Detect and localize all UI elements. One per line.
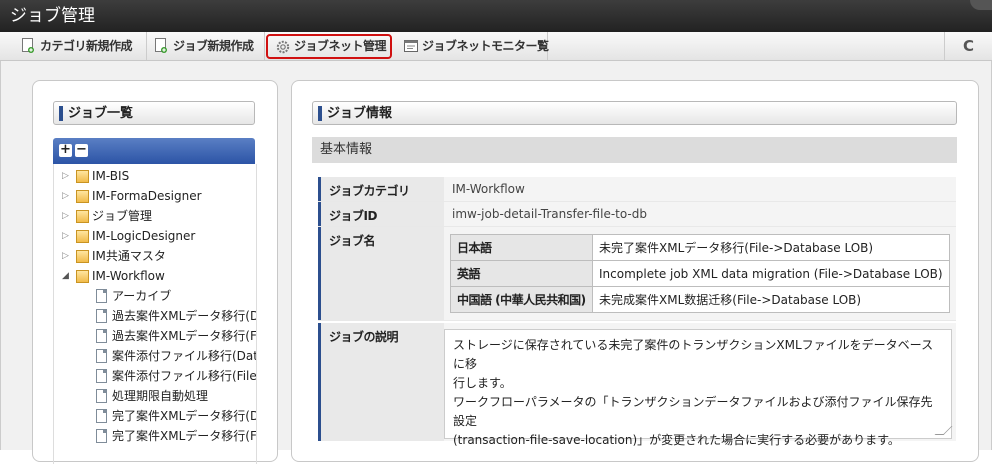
tree-node[interactable]: ▷ ジョブ管理 bbox=[62, 206, 252, 226]
collapsed-arrow-icon[interactable]: ▷ bbox=[62, 166, 72, 186]
document-icon bbox=[96, 309, 107, 323]
folder-icon bbox=[76, 210, 89, 223]
job-category-value: IM-Workflow bbox=[444, 177, 956, 201]
jobnet-management-button[interactable]: ジョブネット管理 bbox=[266, 34, 392, 59]
document-add-icon bbox=[155, 38, 167, 53]
job-id-row: ジョブID imw-job-detail-Transfer-file-to-db bbox=[318, 202, 956, 227]
collapsed-arrow-icon[interactable]: ▷ bbox=[62, 206, 72, 226]
folder-open-icon bbox=[76, 270, 89, 283]
tree-node[interactable]: 過去案件XMLデータ移行(D bbox=[96, 306, 256, 326]
expanded-arrow-icon[interactable]: ◢ bbox=[62, 266, 72, 286]
job-id-label: ジョブID bbox=[318, 202, 444, 226]
new-category-button[interactable]: カテゴリ新規作成 bbox=[14, 32, 147, 60]
new-category-label: カテゴリ新規作成 bbox=[40, 39, 133, 53]
table-row: 英語 Incomplete job XML data migration (Fi… bbox=[450, 260, 950, 287]
document-icon bbox=[96, 409, 107, 423]
document-icon bbox=[96, 349, 107, 363]
job-description-textarea[interactable]: ストレージに保存されている未完了案件のトランザクションXMLファイルをデータベー… bbox=[444, 329, 953, 447]
document-icon bbox=[96, 369, 107, 383]
monitor-icon bbox=[404, 40, 418, 52]
folder-icon bbox=[76, 250, 89, 263]
new-job-button[interactable]: ジョブ新規作成 bbox=[147, 32, 265, 60]
window-title-bar: ジョブ管理 bbox=[0, 0, 992, 32]
jobnet-monitor-label: ジョブネットモニター覧 bbox=[422, 39, 549, 53]
job-category-row: ジョブカテゴリ IM-Workflow bbox=[318, 177, 956, 202]
tree-node[interactable]: ▷ IM-LogicDesigner bbox=[62, 226, 252, 246]
job-name-value: 未完成案件XML数据迁移(File->Database LOB) bbox=[592, 286, 950, 313]
tree-node[interactable]: ◢ IM-Workflow bbox=[62, 266, 252, 286]
tree-toolbar: + − bbox=[53, 138, 255, 164]
expand-all-button[interactable]: + bbox=[59, 143, 72, 157]
folder-icon bbox=[76, 190, 89, 203]
job-list-panel: ジョブ一覧 + − ▷ IM-BIS ▷ IM-FormaDesigner ▷ … bbox=[32, 80, 278, 464]
document-icon bbox=[96, 329, 107, 343]
document-icon bbox=[96, 289, 107, 303]
window-title: ジョブ管理 bbox=[10, 6, 95, 26]
tree-node[interactable]: アーカイブ bbox=[96, 286, 256, 306]
gear-icon bbox=[276, 40, 290, 54]
tree-node[interactable]: 案件添付ファイル移行(File- bbox=[96, 366, 256, 386]
toolbar: カテゴリ新規作成 ジョブ新規作成 ジョブネット管理 ジョブネットモニター覧 C bbox=[0, 32, 992, 61]
description-line: ストレージに保存されている未完了案件のトランザクションXMLファイルをデータベー… bbox=[453, 338, 934, 371]
table-row: 日本語 未完了案件XMLデータ移行(File->Database LOB) bbox=[450, 234, 950, 261]
collapsed-arrow-icon[interactable]: ▷ bbox=[62, 186, 72, 206]
job-name-table: 日本語 未完了案件XMLデータ移行(File->Database LOB) 英語… bbox=[450, 234, 950, 313]
table-row: 中国語 (中華人民共和国) 未完成案件XML数据迁移(File->Databas… bbox=[450, 286, 950, 313]
tree-node[interactable]: 過去案件XMLデータ移行(F bbox=[96, 326, 256, 346]
job-name-value: Incomplete job XML data migration (File-… bbox=[592, 260, 950, 287]
tree-node[interactable]: 案件添付ファイル移行(Data bbox=[96, 346, 256, 366]
language-label: 日本語 bbox=[450, 234, 593, 261]
job-id-value: imw-job-detail-Transfer-file-to-db bbox=[444, 202, 956, 226]
tree-node[interactable]: 処理期限自動処理 bbox=[96, 386, 256, 406]
job-tree: ▷ IM-BIS ▷ IM-FormaDesigner ▷ ジョブ管理 ▷ IM… bbox=[53, 164, 257, 464]
language-label: 中国語 (中華人民共和国) bbox=[450, 286, 593, 313]
description-line: (transaction-file-save-location)」が変更された場… bbox=[453, 433, 900, 447]
job-name-label: ジョブ名 bbox=[318, 227, 444, 320]
job-description-label: ジョブの説明 bbox=[318, 323, 444, 441]
refresh-icon: C bbox=[962, 37, 974, 55]
new-job-label: ジョブ新規作成 bbox=[173, 39, 254, 53]
refresh-button[interactable]: C bbox=[944, 32, 992, 60]
document-icon bbox=[96, 429, 107, 443]
title-corner-decoration bbox=[970, 0, 992, 10]
jobnet-monitor-button[interactable]: ジョブネットモニター覧 bbox=[396, 32, 549, 60]
tree-node[interactable]: ▷ IM共通マスタ bbox=[62, 246, 252, 266]
tree-node[interactable]: ▷ IM-FormaDesigner bbox=[62, 186, 252, 206]
collapsed-arrow-icon[interactable]: ▷ bbox=[62, 246, 72, 266]
folder-icon bbox=[76, 170, 89, 183]
description-line: ワークフローパラメータの「トランザクションデータファイルおよび添付ファイル保存先… bbox=[453, 395, 933, 428]
folder-icon bbox=[76, 230, 89, 243]
main-content: ジョブ一覧 + − ▷ IM-BIS ▷ IM-FormaDesigner ▷ … bbox=[0, 61, 992, 464]
language-label: 英語 bbox=[450, 260, 593, 287]
jobnet-management-label: ジョブネット管理 bbox=[294, 39, 387, 53]
job-info-heading: ジョブ情報 bbox=[312, 101, 957, 125]
job-info-panel: ジョブ情報 基本情報 ジョブカテゴリ IM-Workflow ジョブID imw… bbox=[291, 80, 979, 462]
document-icon bbox=[96, 389, 107, 403]
job-list-heading: ジョブ一覧 bbox=[53, 101, 255, 125]
tree-node[interactable]: 完了案件XMLデータ移行(D bbox=[96, 406, 256, 426]
collapsed-arrow-icon[interactable]: ▷ bbox=[62, 226, 72, 246]
tree-node[interactable]: 完了案件XMLデータ移行(F bbox=[96, 426, 256, 446]
description-line: 行します。 bbox=[453, 376, 512, 390]
document-add-icon bbox=[22, 38, 34, 53]
basic-info-subheading: 基本情報 bbox=[312, 137, 957, 163]
job-category-label: ジョブカテゴリ bbox=[318, 177, 444, 201]
collapse-all-button[interactable]: − bbox=[75, 143, 88, 157]
job-name-value: 未完了案件XMLデータ移行(File->Database LOB) bbox=[592, 234, 950, 261]
tree-node[interactable]: ▷ IM-BIS bbox=[62, 166, 252, 186]
